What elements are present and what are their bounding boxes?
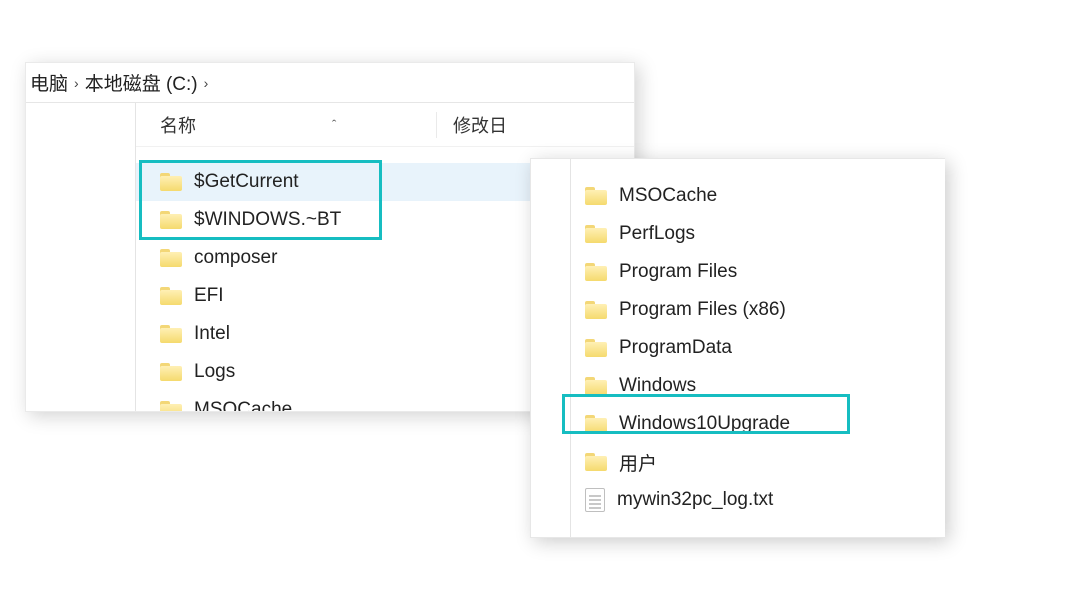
folder-icon	[585, 263, 607, 281]
breadcrumb-separator-icon: ›	[204, 75, 209, 91]
file-list: MSOCache PerfLogs Program Files Program …	[571, 159, 790, 537]
list-item-label: $WINDOWS.~BT	[194, 209, 341, 231]
column-header-name-label: 名称	[160, 112, 196, 138]
list-item-label: Program Files (x86)	[619, 299, 786, 321]
list-item-label: Windows10Upgrade	[619, 413, 790, 435]
breadcrumb-segment[interactable]: 电脑	[30, 69, 68, 96]
list-item[interactable]: Program Files	[585, 253, 790, 291]
list-item-label: composer	[194, 247, 277, 269]
list-item-label: MSOCache	[619, 185, 717, 207]
list-item-label: Intel	[194, 323, 230, 345]
folder-icon	[585, 187, 607, 205]
column-header-date-label: 修改日	[453, 116, 507, 136]
folder-icon	[160, 287, 182, 305]
list-item[interactable]: ProgramData	[585, 329, 790, 367]
list-item-label: $GetCurrent	[194, 171, 299, 193]
explorer-window-right: MSOCache PerfLogs Program Files Program …	[530, 158, 945, 538]
folder-icon	[160, 211, 182, 229]
list-item-label: PerfLogs	[619, 223, 695, 245]
folder-icon	[585, 453, 607, 471]
text-file-icon	[585, 488, 605, 512]
list-item-label: MSOCache	[194, 399, 292, 412]
nav-pane[interactable]	[531, 159, 571, 537]
list-item-label: EFI	[194, 285, 224, 307]
list-item[interactable]: mywin32pc_log.txt	[585, 481, 790, 519]
column-header-date[interactable]: 修改日	[436, 112, 634, 138]
folder-icon	[585, 377, 607, 395]
breadcrumb[interactable]: 电脑 › 本地磁盘 (C:) ›	[26, 63, 634, 103]
breadcrumb-separator-icon: ›	[74, 75, 79, 91]
folder-icon	[160, 363, 182, 381]
list-item[interactable]: Program Files (x86)	[585, 291, 790, 329]
list-item-label: Program Files	[619, 261, 737, 283]
list-item-label: 用户	[619, 449, 657, 476]
folder-icon	[585, 339, 607, 357]
list-item[interactable]: PerfLogs	[585, 215, 790, 253]
folder-icon	[585, 415, 607, 433]
folder-icon	[160, 401, 182, 412]
list-item[interactable]: Windows	[585, 367, 790, 405]
sort-ascending-icon: ˆ	[332, 117, 336, 132]
folder-icon	[585, 301, 607, 319]
folder-icon	[160, 325, 182, 343]
folder-icon	[585, 225, 607, 243]
list-item[interactable]: MSOCache	[585, 177, 790, 215]
folder-icon	[160, 173, 182, 191]
nav-pane[interactable]	[26, 103, 136, 411]
list-item-label: mywin32pc_log.txt	[617, 489, 773, 511]
column-header-name[interactable]: 名称 ˆ	[136, 112, 436, 138]
folder-icon	[160, 249, 182, 267]
list-item-label: Logs	[194, 361, 235, 383]
list-item[interactable]: 用户	[585, 443, 790, 481]
breadcrumb-segment[interactable]: 本地磁盘 (C:)	[85, 69, 198, 96]
list-item-label: ProgramData	[619, 337, 732, 359]
list-item-label: Windows	[619, 375, 696, 397]
column-header-row: 名称 ˆ 修改日	[136, 103, 634, 147]
list-item[interactable]: Windows10Upgrade	[585, 405, 790, 443]
